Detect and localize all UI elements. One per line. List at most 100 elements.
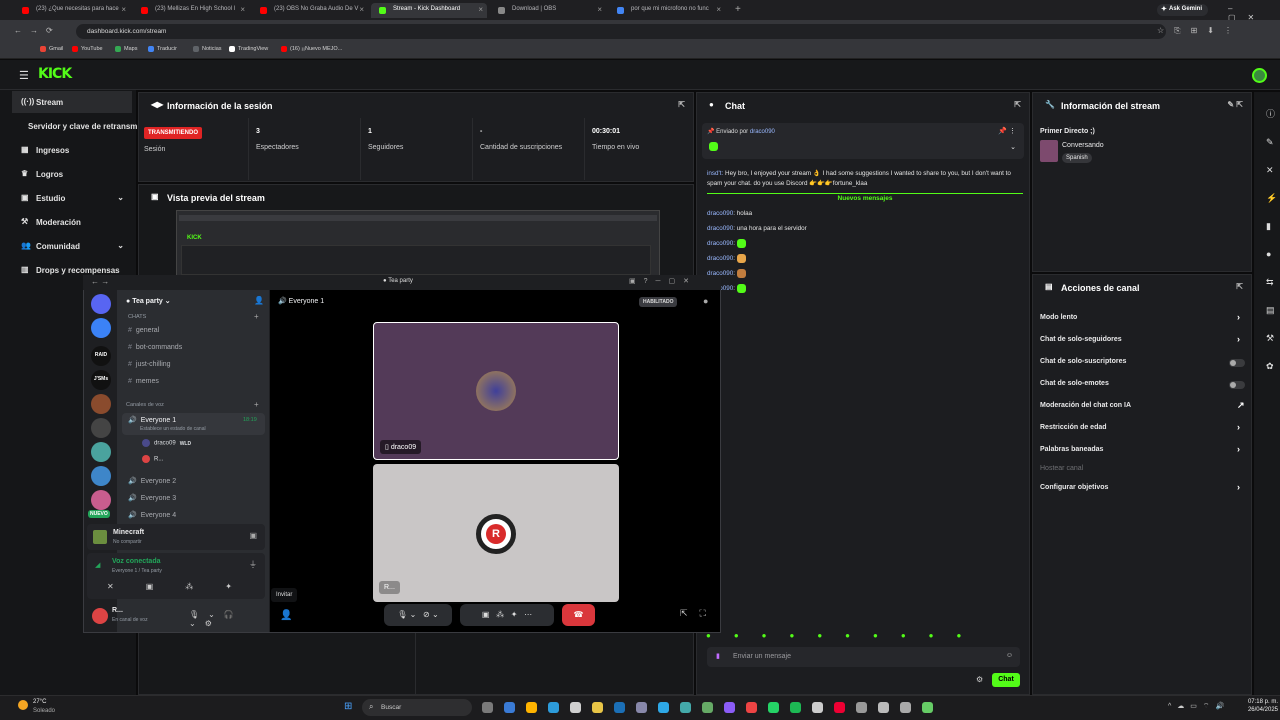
channel-status-hint[interactable]: Establece un estado de canal — [140, 426, 206, 432]
taskbar-app-icon[interactable] — [570, 702, 581, 713]
sidebar-item[interactable]: Servidor y clave de retransm — [12, 115, 137, 137]
text-channel[interactable]: # bot-commands — [128, 344, 182, 351]
activity-card[interactable]: Minecraft No compartir ▣ — [87, 524, 265, 550]
sidebar-item[interactable]: ⚒ Moderación — [12, 211, 132, 233]
taskbar-app-icon[interactable] — [856, 702, 867, 713]
chat-toggle-icon[interactable]: ● — [703, 296, 708, 306]
server-name[interactable]: ● Tea party ⌄ — [126, 297, 171, 305]
url-input[interactable]: dashboard.kick.com/stream — [76, 24, 1166, 39]
channel-action[interactable]: Configurar objetivos › — [1040, 482, 1240, 492]
invite-icon[interactable]: 👤 — [280, 610, 292, 621]
voice-action-icons[interactable]: ✕▣⁂✦ — [107, 582, 264, 591]
text-channel[interactable]: # memes — [128, 378, 159, 385]
voice-channel[interactable]: 🔊 Everyone 4 — [128, 511, 176, 519]
chevron-down-icon[interactable]: ⌄ — [1010, 143, 1016, 151]
channel-action[interactable]: Chat de solo-suscriptores — [1040, 358, 1126, 365]
sidebar-item[interactable]: ((·)) Stream — [12, 91, 132, 113]
new-tab-button[interactable]: + — [735, 4, 741, 15]
kick-logo[interactable]: KICK — [38, 66, 72, 82]
server-icon[interactable] — [91, 442, 111, 462]
chevron-right-icon[interactable]: › — [1237, 334, 1240, 344]
taskbar-app-icon[interactable] — [702, 702, 713, 713]
chat-user[interactable]: insd't: — [707, 170, 723, 177]
text-channel[interactable]: # just-chilling — [128, 361, 171, 368]
bookmark-item[interactable]: YouTube — [72, 46, 103, 52]
chevron-right-icon[interactable]: › — [1237, 312, 1240, 322]
close-icon[interactable]: × — [478, 5, 483, 14]
browser-tab[interactable]: Download | OBS × — [490, 3, 606, 18]
edit-icon[interactable]: ✎ ⇱ — [1227, 100, 1243, 109]
nav-buttons[interactable]: ←→⟳ — [14, 26, 61, 35]
taskbar-app-icon[interactable] — [790, 702, 801, 713]
taskbar-app-icon[interactable] — [900, 702, 911, 713]
emote-bar[interactable]: ●●●●●●●●●● — [706, 631, 1024, 641]
taskbar-app-icon[interactable] — [768, 702, 779, 713]
browser-tab[interactable]: por que mi microfono no func × — [609, 3, 725, 18]
close-icon[interactable]: × — [597, 5, 602, 14]
popout-icon[interactable]: ⇱ — [1236, 282, 1243, 291]
taskbar-search[interactable]: ⌕ Buscar — [362, 699, 472, 716]
pinned-user[interactable]: draco090 — [750, 129, 775, 135]
server-icon[interactable] — [91, 466, 111, 486]
voice-channel[interactable]: 🔊 Everyone 2 — [128, 477, 176, 485]
browser-tab[interactable]: Stream - Kick Dashboard × — [371, 3, 487, 18]
bookmark-item[interactable]: Noticias — [193, 46, 222, 52]
sidebar-item[interactable]: ▦ Ingresos — [12, 139, 132, 161]
taskbar-app-icon[interactable] — [658, 702, 669, 713]
pin-action-icon[interactable]: 📌 ⋮ — [998, 127, 1016, 135]
server-icon[interactable] — [91, 418, 111, 438]
add-channel-icon[interactable]: + — [254, 312, 259, 321]
server-icon[interactable] — [91, 490, 111, 510]
taskbar-app-icon[interactable] — [746, 702, 757, 713]
discord-window-controls[interactable]: ▣?─▢✕ — [629, 277, 697, 285]
sidebar-item[interactable]: 👥 Comunidad ⌄ — [12, 235, 132, 257]
tray-icons[interactable]: ^☁▭⌔🔊 — [1168, 702, 1230, 711]
weather-temp[interactable]: 27°C — [33, 699, 46, 705]
bookmark-item[interactable]: Maps — [115, 46, 137, 52]
taskbar-app-icon[interactable] — [636, 702, 647, 713]
server-icon[interactable] — [91, 318, 111, 338]
bookmark-item[interactable]: Gmail — [40, 46, 63, 52]
chevron-right-icon[interactable]: › — [1237, 422, 1240, 432]
chat-input[interactable]: ▮ Enviar un mensaje ☺ — [707, 647, 1020, 667]
popout-icon[interactable]: ⇱ — [1014, 100, 1021, 109]
close-icon[interactable]: × — [716, 5, 721, 14]
browser-tab[interactable]: (23) ¿Que necesitas para hace × — [14, 3, 130, 18]
voice-channel[interactable]: 🔊 Everyone 1 — [128, 416, 176, 424]
send-chat-button[interactable]: Chat — [992, 673, 1020, 687]
close-icon[interactable]: × — [359, 5, 364, 14]
clock[interactable]: 07:18 p. m. 26/04/2025 — [1236, 699, 1278, 713]
add-voice-channel-icon[interactable]: + — [254, 400, 259, 409]
voice-channel[interactable]: 🔊 Everyone 3 — [128, 494, 176, 502]
chevron-right-icon[interactable]: › — [1237, 482, 1240, 492]
taskbar-app-icon[interactable] — [482, 702, 493, 713]
chat-user[interactable]: draco090 — [707, 255, 733, 262]
chevron-down-icon[interactable]: ⌄ — [117, 193, 124, 202]
chat-user[interactable]: draco090 — [707, 225, 733, 232]
ask-gemini-button[interactable]: ✦ Ask Gemini — [1157, 4, 1209, 16]
server-icon[interactable] — [91, 294, 111, 314]
taskbar-app-icon[interactable] — [680, 702, 691, 713]
taskbar-app-icon[interactable] — [812, 702, 823, 713]
video-tile-self[interactable]: R R... — [373, 464, 619, 602]
menu-icon[interactable]: ☰ — [19, 69, 29, 82]
chat-user[interactable]: draco090 — [707, 240, 733, 247]
leave-call-button[interactable]: ☎ — [562, 604, 595, 626]
text-channel[interactable]: # general — [128, 327, 159, 334]
channel-action[interactable]: Chat de solo-seguidores › — [1040, 334, 1240, 344]
taskbar-app-icon[interactable] — [724, 702, 735, 713]
taskbar-app-icon[interactable] — [922, 702, 933, 713]
browser-actions[interactable]: ☆⎘⊞⬇⋮ — [1157, 26, 1242, 36]
activity-controls[interactable]: ▣ ⁂ ✦ ⋯ — [460, 604, 554, 626]
chevron-down-icon[interactable]: ⌄ — [117, 241, 124, 250]
bookmark-item[interactable]: TradingView — [229, 46, 268, 52]
sidebar-item[interactable]: ♛ Logros — [12, 163, 132, 185]
channel-action[interactable]: Chat de solo-emotes — [1040, 380, 1109, 387]
voice-member[interactable]: R... — [142, 455, 163, 463]
sidebar-item[interactable]: ▣ Estudio ⌄ — [12, 187, 132, 209]
preview-video[interactable]: KICK — [176, 210, 660, 276]
server-icon[interactable] — [91, 394, 111, 414]
add-member-icon[interactable]: 👤 — [254, 296, 264, 305]
disconnect-icon[interactable]: ⏚ — [249, 559, 257, 570]
server-icon[interactable]: J'SMs — [91, 370, 111, 390]
